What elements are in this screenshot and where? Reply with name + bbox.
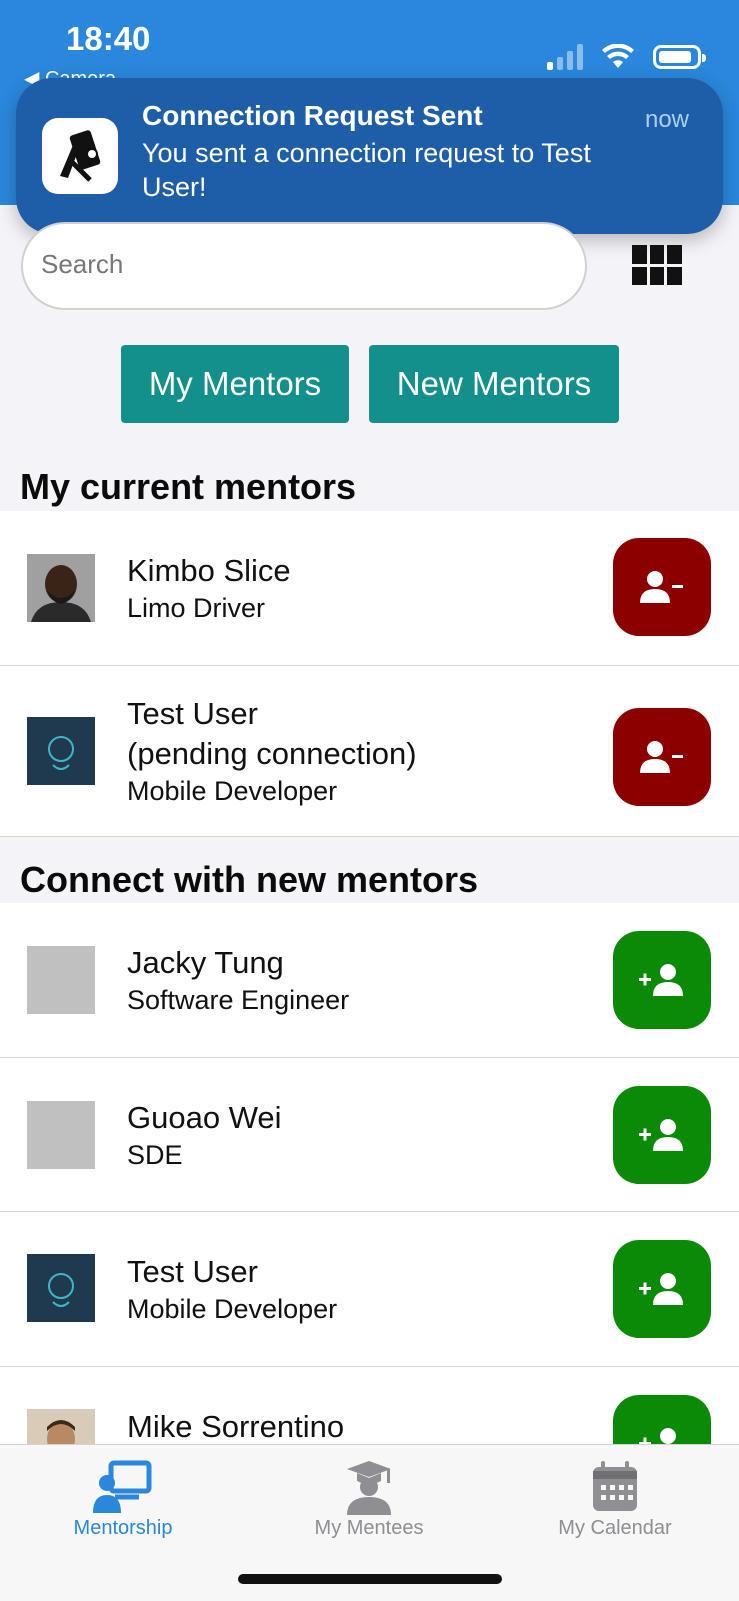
battery-icon (653, 45, 706, 69)
search-field[interactable] (21, 222, 587, 310)
notification-title: Connection Request Sent (142, 100, 483, 131)
new-mentors-list: Jacky Tung Software Engineer Guoao Wei S… (0, 903, 739, 1444)
grid-view-icon[interactable] (632, 245, 682, 285)
mentor-row[interactable]: Kimbo Slice Limo Driver (0, 511, 739, 666)
my-mentors-button[interactable]: My Mentors (121, 345, 349, 423)
avatar (27, 1409, 95, 1444)
notification-body: You sent a connection request to Test Us… (142, 138, 591, 202)
tab-my-calendar[interactable]: My Calendar (515, 1445, 715, 1555)
current-mentors-heading: My current mentors (20, 466, 357, 507)
graduate-icon (347, 1461, 391, 1515)
mentor-row[interactable]: Guoao Wei SDE (0, 1058, 739, 1212)
mentor-row[interactable]: Mike Sorrentino (0, 1367, 739, 1444)
mentor-role: SDE (127, 1140, 183, 1170)
mentor-name: Jacky Tung (127, 945, 284, 980)
mentorship-icon (93, 1460, 152, 1513)
mentor-name: Kimbo Slice (127, 553, 291, 588)
tab-mentorship[interactable]: Mentorship (23, 1445, 223, 1555)
remove-mentor-button[interactable] (613, 538, 711, 636)
current-mentors-list: Kimbo Slice Limo Driver Test User (pendi… (0, 511, 739, 837)
person-remove-icon (640, 741, 683, 773)
mentor-name: Test User (127, 1254, 258, 1289)
tab-label: My Mentees (314, 1517, 424, 1539)
status-time: 18:40 (66, 20, 151, 57)
add-mentor-button[interactable] (613, 1086, 711, 1184)
status-icons (547, 44, 706, 70)
tab-my-mentees[interactable]: My Mentees (269, 1445, 469, 1555)
remove-mentor-button[interactable] (613, 708, 711, 806)
cellular-signal-icon (547, 44, 583, 70)
wifi-icon (602, 44, 634, 68)
person-add-icon (639, 1428, 676, 1444)
avatar (27, 1254, 95, 1322)
mentor-row[interactable]: Test User (pending connection) Mobile De… (0, 666, 739, 837)
mentor-row[interactable]: Jacky Tung Software Engineer (0, 903, 739, 1058)
person-add-icon (639, 1119, 683, 1151)
search-input[interactable] (39, 248, 563, 281)
home-indicator[interactable] (238, 1574, 502, 1584)
mentor-role: Mobile Developer (127, 776, 338, 806)
avatar (27, 554, 95, 622)
mentor-role: Mobile Developer (127, 1294, 338, 1324)
avatar (27, 717, 95, 785)
tab-label: Mentorship (73, 1517, 173, 1539)
mentor-role: Software Engineer (127, 985, 350, 1015)
add-mentor-button[interactable] (613, 931, 711, 1029)
mentor-status: (pending connection) (127, 736, 417, 771)
mentor-name: Guoao Wei (127, 1100, 282, 1135)
avatar (27, 1101, 95, 1169)
mentor-row[interactable]: Test User Mobile Developer (0, 1212, 739, 1367)
tab-label: My Calendar (558, 1517, 672, 1539)
person-add-icon (639, 964, 683, 996)
new-mentors-button[interactable]: New Mentors (369, 345, 619, 423)
person-remove-icon (640, 571, 683, 603)
add-mentor-button[interactable] (613, 1395, 711, 1444)
person-add-icon (639, 1273, 683, 1305)
mentor-name: Test User (127, 696, 258, 731)
calendar-icon (593, 1461, 637, 1511)
notification-time: now (644, 106, 689, 133)
mentor-name: Mike Sorrentino (127, 1409, 345, 1444)
new-mentors-heading: Connect with new mentors (20, 859, 479, 900)
mentor-role: Limo Driver (127, 593, 266, 623)
notification-banner[interactable]: Connection Request Sent You sent a conne… (16, 78, 723, 234)
add-mentor-button[interactable] (613, 1240, 711, 1338)
avatar (27, 946, 95, 1014)
app-logo-icon (42, 118, 118, 194)
